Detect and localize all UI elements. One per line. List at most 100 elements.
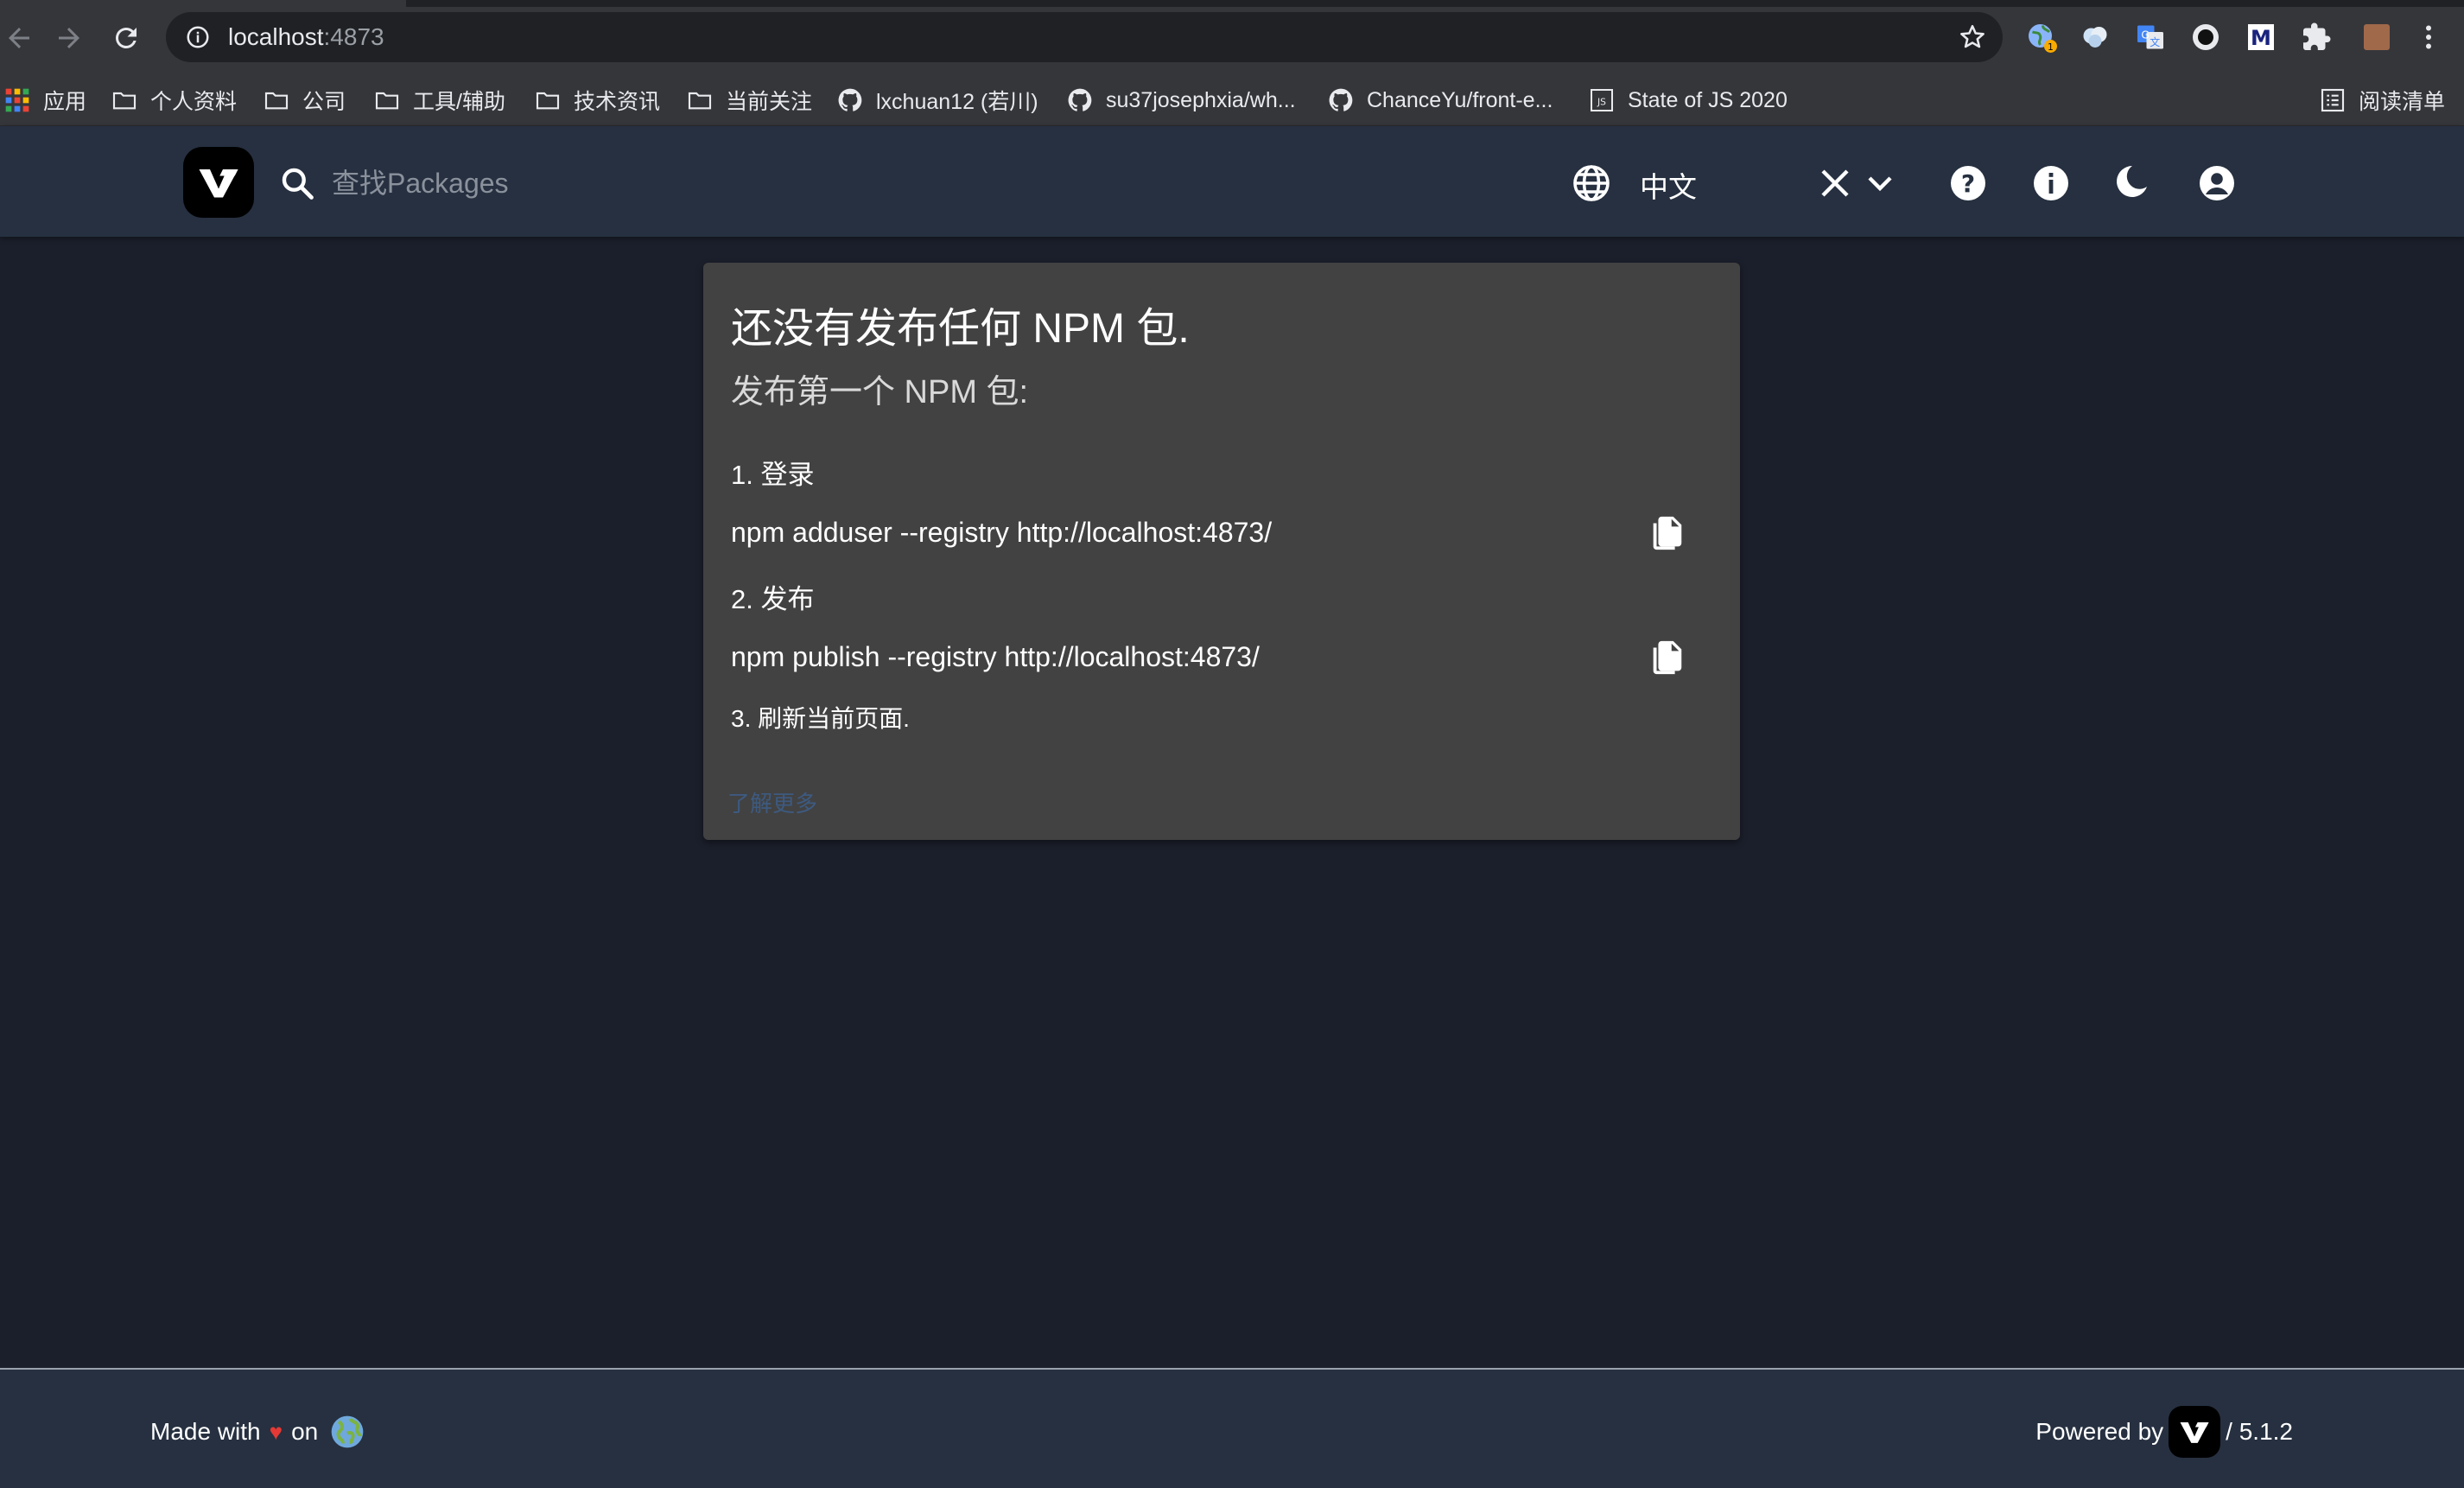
copy-login-command-button[interactable] (1643, 510, 1690, 556)
extension-cloud-button[interactable] (2079, 21, 2112, 54)
info-icon[interactable] (2030, 162, 2072, 204)
extension-globe-button[interactable]: 1 (2025, 21, 2058, 54)
bookmark-github-lxchuan12[interactable]: lxchuan12 (若川) (836, 74, 1038, 126)
back-button[interactable] (0, 19, 38, 57)
copy-publish-command-button[interactable] (1643, 634, 1690, 681)
help-icon[interactable]: ? (1947, 162, 1989, 204)
url-text: localhost:4873 (228, 23, 384, 50)
bookmark-label: 当前关注 (726, 90, 813, 114)
globe-extension-icon: 1 (2029, 24, 2057, 53)
chevron-down-icon[interactable] (1859, 162, 1901, 204)
language-select-value[interactable]: 中文 (1640, 164, 1697, 206)
svg-text:文: 文 (2150, 35, 2160, 48)
extensions-menu-button[interactable] (2300, 21, 2333, 54)
arrow-right-icon (59, 28, 79, 48)
extension-m-button[interactable]: M (2245, 21, 2277, 54)
verdaccio-logo-icon (199, 169, 238, 198)
search-icon (282, 168, 314, 200)
footer: Made with ♥ on Powered by / 5.1.2 (0, 1368, 2464, 1488)
m-extension-icon: M (2248, 24, 2274, 50)
arrow-left-icon (9, 28, 29, 48)
bookmark-label: 公司 (302, 90, 346, 114)
browser-menu-button[interactable] (2412, 21, 2445, 54)
google-translate-icon: G文 (2137, 25, 2163, 49)
address-bar[interactable]: localhost:4873 (166, 12, 2003, 62)
card-subtitle: 发布第一个 NPM 包: (731, 374, 1029, 410)
bookmark-label: lxchuan12 (若川) (876, 90, 1038, 114)
github-icon (1068, 88, 1092, 111)
bookmark-folder-tools[interactable]: 工具/辅助 (373, 74, 505, 126)
bookmark-label: 技术资讯 (574, 90, 661, 114)
svg-text:G: G (2141, 29, 2149, 41)
reading-list-label: 阅读清单 (2359, 90, 2446, 114)
copy-icon (1653, 516, 1682, 550)
publish-command: npm publish --registry http://localhost:… (731, 641, 1260, 672)
info-icon[interactable] (185, 24, 211, 50)
bookmark-star-icon[interactable] (1958, 22, 1987, 52)
footer-made-with: Made with ♥ on (150, 1415, 365, 1449)
folder-icon (536, 92, 560, 110)
js-icon: JS (1591, 89, 1613, 111)
language-globe-icon (1573, 165, 1610, 201)
profile-button[interactable] (2360, 21, 2393, 54)
folder-icon (112, 92, 137, 110)
folder-icon (375, 92, 399, 110)
reading-list-icon (2321, 88, 2345, 112)
bookmarks-bar: 应用 个人资料 公司 工具/辅助 技术资讯 当前关注 lxchuan12 (若川… (0, 74, 2464, 126)
reload-icon (115, 27, 137, 48)
step-login-title: 1. 登录 (731, 460, 815, 490)
copy-icon (1653, 640, 1682, 675)
clear-language-icon[interactable] (1814, 162, 1856, 204)
dark-mode-icon[interactable] (2110, 162, 2151, 204)
step-refresh-title: 3. 刷新当前页面. (731, 705, 910, 732)
verdaccio-logo-icon (2180, 1422, 2209, 1443)
learn-more-link[interactable]: 了解更多 (727, 786, 817, 818)
bookmark-label: ChanceYu/front-e... (1367, 87, 1553, 112)
app-header: 中文 ? (0, 126, 2464, 237)
footer-powered-by: Powered by / 5.1.2 (2035, 1406, 2293, 1458)
github-icon (838, 88, 862, 111)
extension-translate-button[interactable]: G文 (2134, 21, 2167, 54)
svg-text:1: 1 (2048, 42, 2054, 53)
card-title: 还没有发布任何 NPM 包. (731, 306, 1190, 352)
browser-toolbar: localhost:4873 1 G文 M (0, 0, 2464, 74)
account-icon[interactable] (2196, 162, 2238, 204)
folder-icon (264, 92, 289, 110)
search-input[interactable] (332, 159, 867, 207)
extension-circle-button[interactable] (2189, 21, 2222, 54)
reading-list-button[interactable]: 阅读清单 (2319, 74, 2445, 126)
powered-by-text: Powered by (2035, 1418, 2164, 1445)
earth-globe-icon[interactable] (330, 1415, 365, 1449)
made-with-text: Made with (150, 1418, 261, 1445)
bookmark-apps[interactable]: 应用 (3, 74, 86, 126)
bookmark-folder-tech-news[interactable]: 技术资讯 (534, 74, 660, 126)
bookmark-state-of-js[interactable]: JS State of JS 2020 (1588, 74, 1788, 126)
forward-button[interactable] (50, 19, 88, 57)
cloud-extension-icon (2083, 27, 2107, 48)
bookmark-folder-current-focus[interactable]: 当前关注 (686, 74, 812, 126)
bookmark-github-chanceyu[interactable]: ChanceYu/front-e... (1327, 74, 1553, 126)
heart-icon: ♥ (269, 1418, 283, 1445)
apps-grid-icon (5, 88, 29, 112)
bookmark-github-su37josephxia[interactable]: su37josephxia/wh... (1066, 74, 1296, 126)
more-vert-icon (2426, 25, 2431, 49)
svg-text:JS: JS (1597, 96, 1606, 107)
login-command: npm adduser --registry http://localhost:… (731, 517, 1273, 548)
bookmark-label: su37josephxia/wh... (1106, 87, 1296, 112)
bookmark-label: 个人资料 (150, 90, 238, 114)
verdaccio-logo[interactable] (183, 147, 254, 218)
step-publish-title: 2. 发布 (731, 584, 815, 614)
footer-verdaccio-logo[interactable] (2169, 1406, 2221, 1458)
record-extension-icon (2193, 24, 2219, 50)
empty-registry-card: 还没有发布任何 NPM 包. 发布第一个 NPM 包: 1. 登录 npm ad… (703, 263, 1740, 840)
bookmark-label: 应用 (43, 90, 87, 114)
reload-button[interactable] (107, 19, 145, 57)
puzzle-icon (2303, 22, 2331, 50)
profile-avatar-icon (2364, 24, 2390, 50)
github-icon (1329, 88, 1353, 111)
bookmark-folder-personal[interactable]: 个人资料 (111, 74, 237, 126)
bookmark-folder-company[interactable]: 公司 (263, 74, 346, 126)
bookmark-label: State of JS 2020 (1628, 87, 1788, 112)
tab-strip (406, 0, 2464, 7)
version-text: / 5.1.2 (2226, 1418, 2293, 1445)
